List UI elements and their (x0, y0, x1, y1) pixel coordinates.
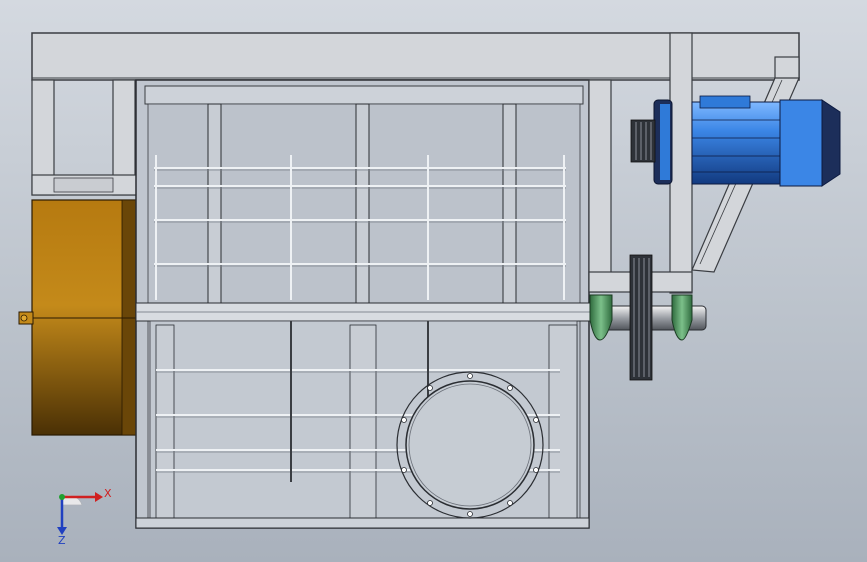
axis-z-label: Z (58, 534, 66, 547)
mixing-tank (135, 79, 601, 529)
cad-viewport[interactable]: X Z (0, 0, 867, 562)
coordinate-triad-icon[interactable]: X Z (57, 487, 112, 547)
axis-x-label: X (104, 487, 112, 500)
mixer-assembly-drawing: X Z (18, 32, 841, 547)
bronze-drum (18, 199, 149, 436)
drive-motor (630, 95, 841, 187)
left-support-frame (31, 79, 139, 196)
